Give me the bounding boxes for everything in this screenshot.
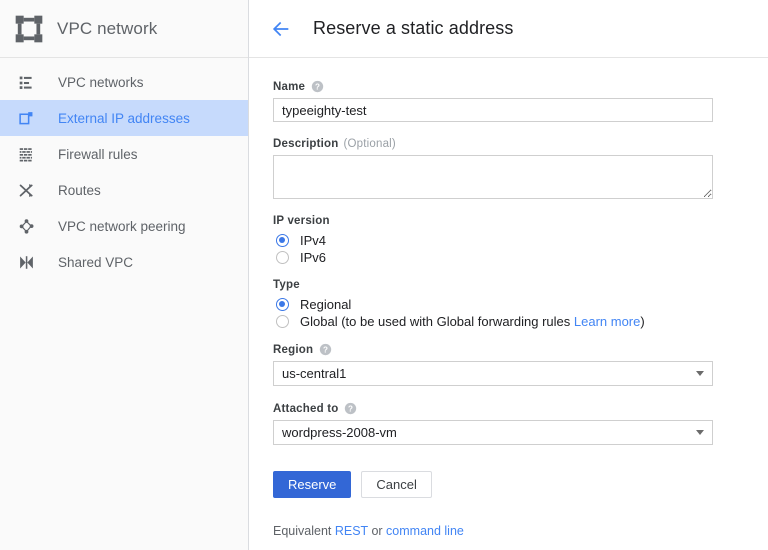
attached-to-label-row: Attached to ? <box>273 402 768 415</box>
description-label-row: Description (Optional) <box>273 138 768 150</box>
sidebar-header: VPC network <box>0 0 248 58</box>
sidebar-item-routes[interactable]: Routes <box>0 172 248 208</box>
description-optional-text: (Optional) <box>343 138 396 150</box>
shared-vpc-icon <box>16 252 36 272</box>
app-root: VPC network VPC networks External IP add… <box>0 0 768 550</box>
type-group: Type Regional Global (to be used with Gl… <box>273 279 768 329</box>
svg-text:?: ? <box>315 82 320 91</box>
learn-more-link[interactable]: Learn more <box>574 314 640 329</box>
page-title: Reserve a static address <box>313 18 514 38</box>
sidebar-title: VPC network <box>57 18 158 38</box>
radio-global-label: Global (to be used with Global forwardin… <box>300 314 645 329</box>
attached-to-select[interactable]: wordpress-2008-vm <box>273 420 713 445</box>
sidebar-item-firewall-rules[interactable]: Firewall rules <box>0 136 248 172</box>
svg-text:?: ? <box>348 404 353 413</box>
radio-ipv4-label: IPv4 <box>300 232 327 248</box>
firewall-icon <box>16 144 36 164</box>
rest-link[interactable]: REST <box>335 524 368 538</box>
radio-regional-label: Regional <box>300 296 352 312</box>
equivalent-separator: or <box>367 524 387 538</box>
help-circle-icon[interactable]: ? <box>344 402 357 415</box>
help-circle-icon[interactable]: ? <box>319 343 332 356</box>
equivalent-links: Equivalent REST or command line <box>273 524 768 538</box>
name-field-group: Name ? <box>273 80 768 122</box>
main-panel: Reserve a static address Name ? typeeigh… <box>249 0 768 550</box>
routes-shuffle-icon <box>16 180 36 200</box>
reserve-button[interactable]: Reserve <box>273 471 352 498</box>
sidebar-item-shared-vpc[interactable]: Shared VPC <box>0 244 248 280</box>
description-field-group: Description (Optional) <box>273 138 768 199</box>
attached-to-label: Attached to <box>273 402 339 415</box>
back-arrow-icon[interactable] <box>269 17 293 41</box>
main-header: Reserve a static address <box>249 0 768 58</box>
region-field-group: Region ? us-central1 <box>273 343 768 386</box>
sidebar-item-vpc-network-peering[interactable]: VPC network peering <box>0 208 248 244</box>
description-label: Description <box>273 138 339 150</box>
sidebar-item-label: VPC network peering <box>58 218 186 234</box>
sidebar-item-label: Shared VPC <box>58 254 134 270</box>
name-input[interactable] <box>273 98 713 122</box>
attached-to-field-group: Attached to ? wordpress-2008-vm <box>273 402 768 445</box>
form-actions: Reserve Cancel <box>273 471 768 498</box>
radio-ipv6-indicator[interactable] <box>276 250 289 264</box>
sidebar-nav: VPC networks External IP addresses Firew… <box>0 58 248 280</box>
chevron-down-icon <box>696 371 704 376</box>
radio-global-tail: ) <box>640 313 645 329</box>
radio-global[interactable]: Global (to be used with Global forwardin… <box>273 313 768 329</box>
name-label-row: Name ? <box>273 80 768 93</box>
external-ip-icon <box>16 108 36 128</box>
radio-global-text: Global (to be used with Global forwardin… <box>300 313 574 329</box>
network-list-icon <box>16 72 36 92</box>
description-textarea[interactable] <box>273 155 713 199</box>
attached-to-select-value: wordpress-2008-vm <box>282 425 397 440</box>
help-circle-icon[interactable]: ? <box>311 80 324 93</box>
radio-global-indicator[interactable] <box>276 314 289 328</box>
peering-icon <box>16 216 36 236</box>
cancel-button[interactable]: Cancel <box>361 471 432 498</box>
sidebar-item-label: VPC networks <box>58 74 144 90</box>
sidebar: VPC network VPC networks External IP add… <box>0 0 249 550</box>
radio-regional-indicator[interactable] <box>276 297 289 311</box>
ip-version-group: IP version IPv4 IPv6 <box>273 215 768 265</box>
radio-ipv6[interactable]: IPv6 <box>273 249 768 265</box>
vpc-network-logo-icon <box>13 13 45 45</box>
sidebar-item-external-ip-addresses[interactable]: External IP addresses <box>0 100 248 136</box>
radio-ipv4-indicator[interactable] <box>276 233 289 247</box>
sidebar-item-vpc-networks[interactable]: VPC networks <box>0 64 248 100</box>
sidebar-item-label: External IP addresses <box>58 110 190 126</box>
reserve-static-address-form: Name ? Description (Optional) <box>249 58 768 538</box>
command-line-link[interactable]: command line <box>386 524 464 538</box>
name-label: Name <box>273 80 306 93</box>
ip-version-label: IP version <box>273 215 330 227</box>
sidebar-item-label: Routes <box>58 182 101 198</box>
type-label: Type <box>273 279 300 291</box>
region-label: Region <box>273 343 314 356</box>
region-select-value: us-central1 <box>282 366 347 381</box>
equivalent-prefix: Equivalent <box>273 524 335 538</box>
region-label-row: Region ? <box>273 343 768 356</box>
region-select[interactable]: us-central1 <box>273 361 713 386</box>
svg-text:?: ? <box>323 345 328 354</box>
radio-regional[interactable]: Regional <box>273 296 768 312</box>
sidebar-item-label: Firewall rules <box>58 146 138 162</box>
chevron-down-icon <box>696 430 704 435</box>
radio-ipv6-label: IPv6 <box>300 249 327 265</box>
radio-ipv4[interactable]: IPv4 <box>273 232 768 248</box>
